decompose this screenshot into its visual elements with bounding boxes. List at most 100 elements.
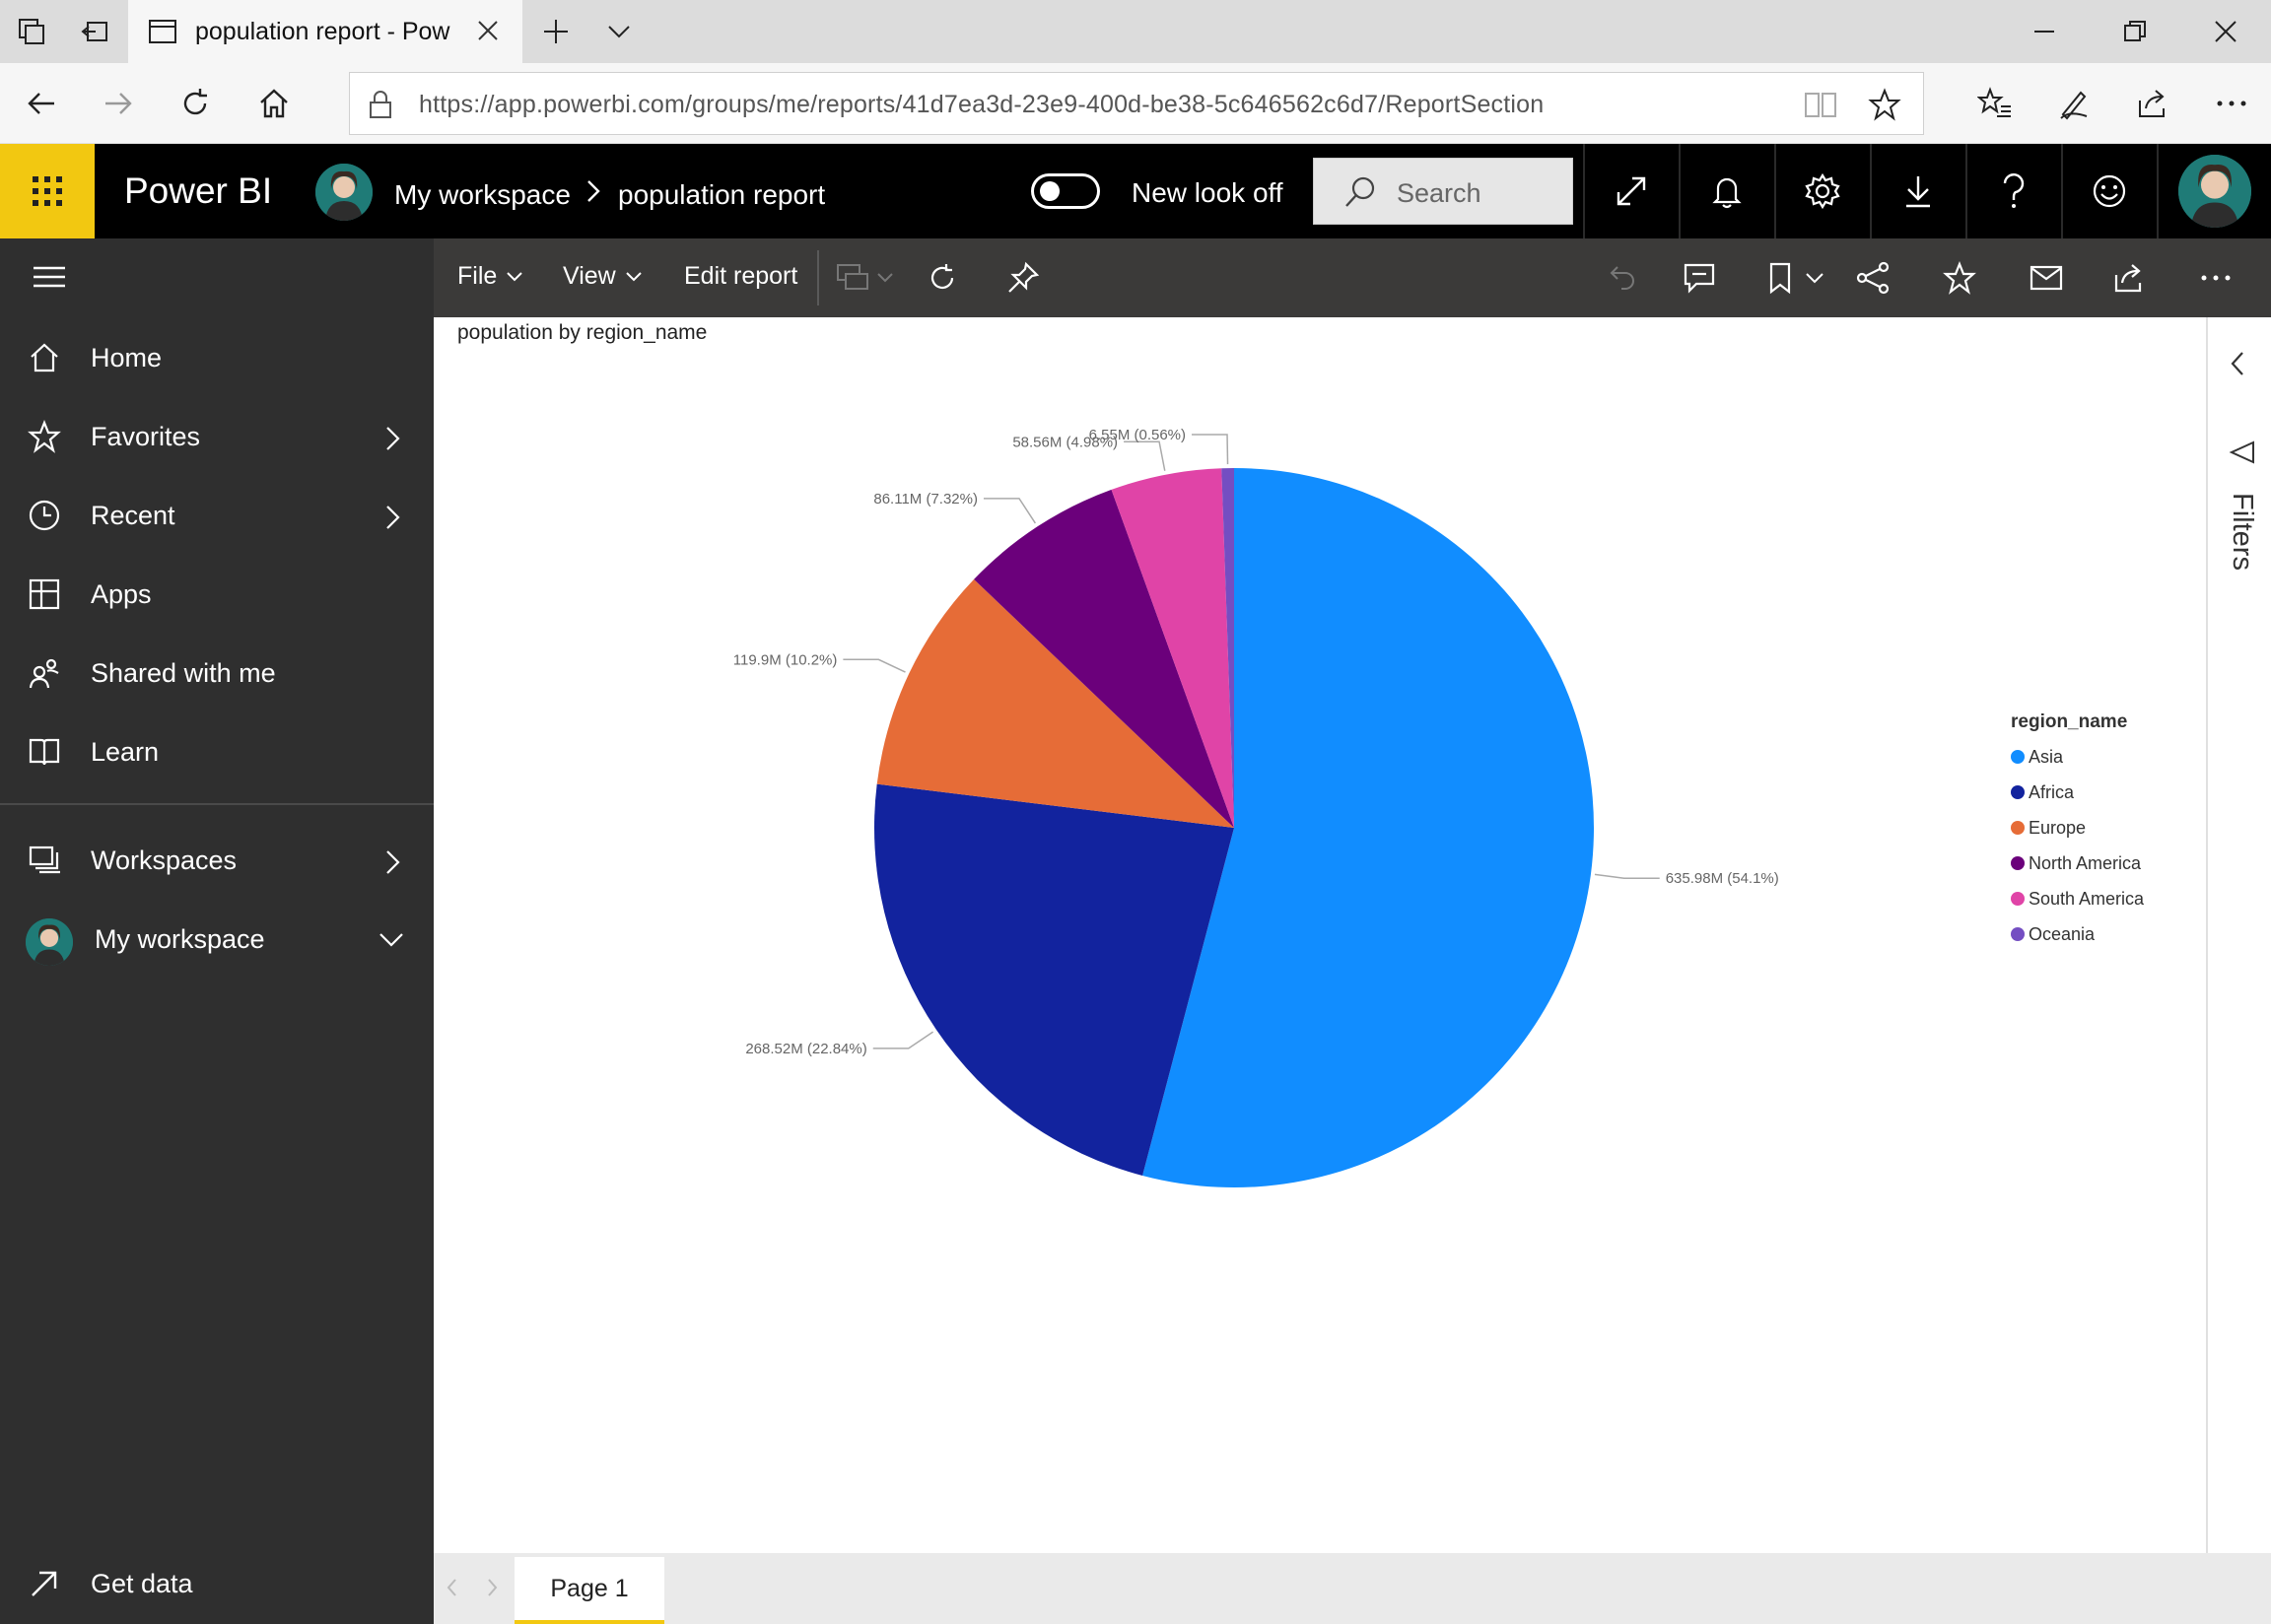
more-browser-icon[interactable] — [2200, 72, 2263, 135]
comment-icon[interactable] — [1680, 258, 1719, 298]
chevron-down-icon — [626, 271, 642, 281]
tab-list-icon[interactable] — [0, 0, 63, 63]
fullscreen-icon[interactable] — [1583, 144, 1678, 238]
new-look-toggle[interactable] — [1031, 173, 1100, 209]
share-browser-icon[interactable] — [2121, 72, 2184, 135]
close-tab-icon[interactable] — [475, 18, 501, 43]
legend-item[interactable]: North America — [2011, 846, 2198, 881]
bookmark-icon[interactable] — [1760, 258, 1800, 298]
subscribe-mail-icon[interactable] — [2027, 258, 2066, 298]
pen-icon[interactable] — [2042, 72, 2105, 135]
app-launcher-icon[interactable] — [0, 144, 95, 238]
legend-label: South America — [2029, 888, 2145, 909]
nav-item-apps[interactable]: Apps — [0, 556, 434, 635]
chevron-right-icon[interactable] — [382, 847, 402, 877]
reading-view-icon[interactable] — [1804, 90, 1837, 119]
favorite-star-icon[interactable] — [1868, 88, 1901, 121]
view-menu-label: View — [563, 262, 616, 290]
data-label: 86.11M (7.32%) — [873, 491, 978, 508]
tab-title: population report - Pow — [195, 17, 450, 45]
data-label: 119.9M (10.2%) — [733, 651, 838, 668]
leader-line — [1124, 440, 1166, 471]
legend-item[interactable]: Africa — [2011, 775, 2198, 810]
nav-item-recent[interactable]: Recent — [0, 477, 434, 556]
favorite-star-icon[interactable] — [1940, 258, 1979, 298]
nav-item-workspaces[interactable]: Workspaces — [0, 822, 434, 901]
nav-item-shared-with-me[interactable]: Shared with me — [0, 635, 434, 713]
collapse-chevron-left-icon[interactable] — [2228, 349, 2247, 378]
share-nodes-icon[interactable] — [1853, 258, 1892, 298]
left-navigation-pane: Home Favorites Recent Apps Shared with m… — [0, 238, 434, 1624]
legend-item[interactable]: Oceania — [2011, 916, 2198, 952]
settings-gear-icon[interactable] — [1774, 144, 1869, 238]
nav-item-label: Recent — [91, 501, 175, 530]
chevron-down-icon[interactable] — [377, 930, 406, 950]
legend-item[interactable]: Asia — [2011, 739, 2198, 775]
account-avatar[interactable] — [2157, 144, 2271, 238]
tab-preview-chevron-icon[interactable] — [587, 0, 651, 63]
export-share-icon[interactable] — [2109, 258, 2149, 298]
help-icon[interactable] — [1965, 144, 2060, 238]
refresh-icon[interactable] — [164, 72, 227, 135]
visual-interactions-icon[interactable] — [834, 258, 873, 298]
search-placeholder: Search — [1397, 178, 1481, 208]
minimize-icon[interactable] — [1999, 0, 2090, 63]
home-browser-icon[interactable] — [242, 72, 306, 135]
legend-label: Europe — [2029, 817, 2087, 838]
filters-pane[interactable]: Filters — [2206, 317, 2271, 1553]
nav-item-learn[interactable]: Learn — [0, 713, 434, 792]
chevron-down-icon[interactable] — [873, 258, 897, 298]
view-menu[interactable]: View — [563, 262, 644, 291]
back-icon[interactable] — [10, 72, 73, 135]
legend-item[interactable]: South America — [2011, 881, 2198, 916]
new-tab-icon[interactable] — [524, 0, 587, 63]
undo-icon[interactable] — [1603, 258, 1642, 298]
app-name[interactable]: Power BI — [124, 170, 272, 212]
avatar — [26, 918, 73, 966]
browser-address-bar: https://app.powerbi.com/groups/me/report… — [0, 63, 2271, 144]
address-field[interactable]: https://app.powerbi.com/groups/me/report… — [349, 72, 1924, 135]
hamburger-menu-icon[interactable] — [32, 264, 67, 290]
file-menu[interactable]: File — [457, 262, 524, 291]
chevron-right-icon[interactable] — [382, 503, 402, 532]
download-icon[interactable] — [1870, 144, 1964, 238]
page-tab-1[interactable]: Page 1 — [515, 1557, 664, 1624]
notifications-bell-icon[interactable] — [1679, 144, 1773, 238]
url-text: https://app.powerbi.com/groups/me/report… — [419, 91, 1545, 118]
nav-item-label: Workspaces — [91, 846, 238, 875]
nav-item-get-data[interactable]: Get data — [0, 1545, 434, 1624]
favorites-hub-icon[interactable] — [1963, 72, 2027, 135]
legend-item[interactable]: Europe — [2011, 810, 2198, 846]
refresh-visuals-icon[interactable] — [923, 258, 962, 298]
set-aside-tabs-icon[interactable] — [63, 0, 126, 63]
breadcrumb-workspace[interactable]: My workspace — [394, 179, 571, 211]
chevron-down-icon[interactable] — [1800, 258, 1829, 298]
pin-icon[interactable] — [1003, 258, 1043, 298]
forward-icon[interactable] — [87, 72, 150, 135]
nav-item-favorites[interactable]: Favorites — [0, 398, 434, 477]
feedback-smiley-icon[interactable] — [2061, 144, 2156, 238]
report-canvas: population by region_name 635.98M (54.1%… — [434, 317, 2206, 1553]
nav-item-my-workspace[interactable]: My workspace — [0, 901, 434, 980]
shared-icon — [28, 656, 65, 694]
page-next-icon[interactable] — [485, 1577, 501, 1598]
active-browser-tab[interactable]: population report - Pow — [128, 0, 522, 63]
legend-label: Oceania — [2029, 923, 2096, 944]
close-window-icon[interactable] — [2180, 0, 2271, 63]
nav-item-label: Home — [91, 343, 163, 372]
breadcrumb-report[interactable]: population report — [618, 179, 825, 211]
chevron-right-icon[interactable] — [382, 424, 402, 453]
legend-items: Asia Africa Europe North America South Ameri… — [2011, 739, 2198, 952]
nav-item-home[interactable]: Home — [0, 319, 434, 398]
pie-chart[interactable]: 635.98M (54.1%) 268.52M (22.84%) 119.9M (1… — [434, 317, 1991, 1553]
more-options-icon[interactable] — [2196, 258, 2236, 298]
restore-icon[interactable] — [2090, 0, 2180, 63]
star-icon — [28, 420, 65, 457]
new-look-label: New look off — [1132, 177, 1283, 208]
leader-line — [872, 1031, 933, 1049]
edit-report-button[interactable]: Edit report — [684, 262, 797, 291]
page-prev-icon[interactable] — [444, 1577, 459, 1598]
legend-marker — [2011, 927, 2025, 941]
legend-label: Africa — [2029, 781, 2075, 802]
search-input[interactable]: Search — [1313, 158, 1573, 225]
